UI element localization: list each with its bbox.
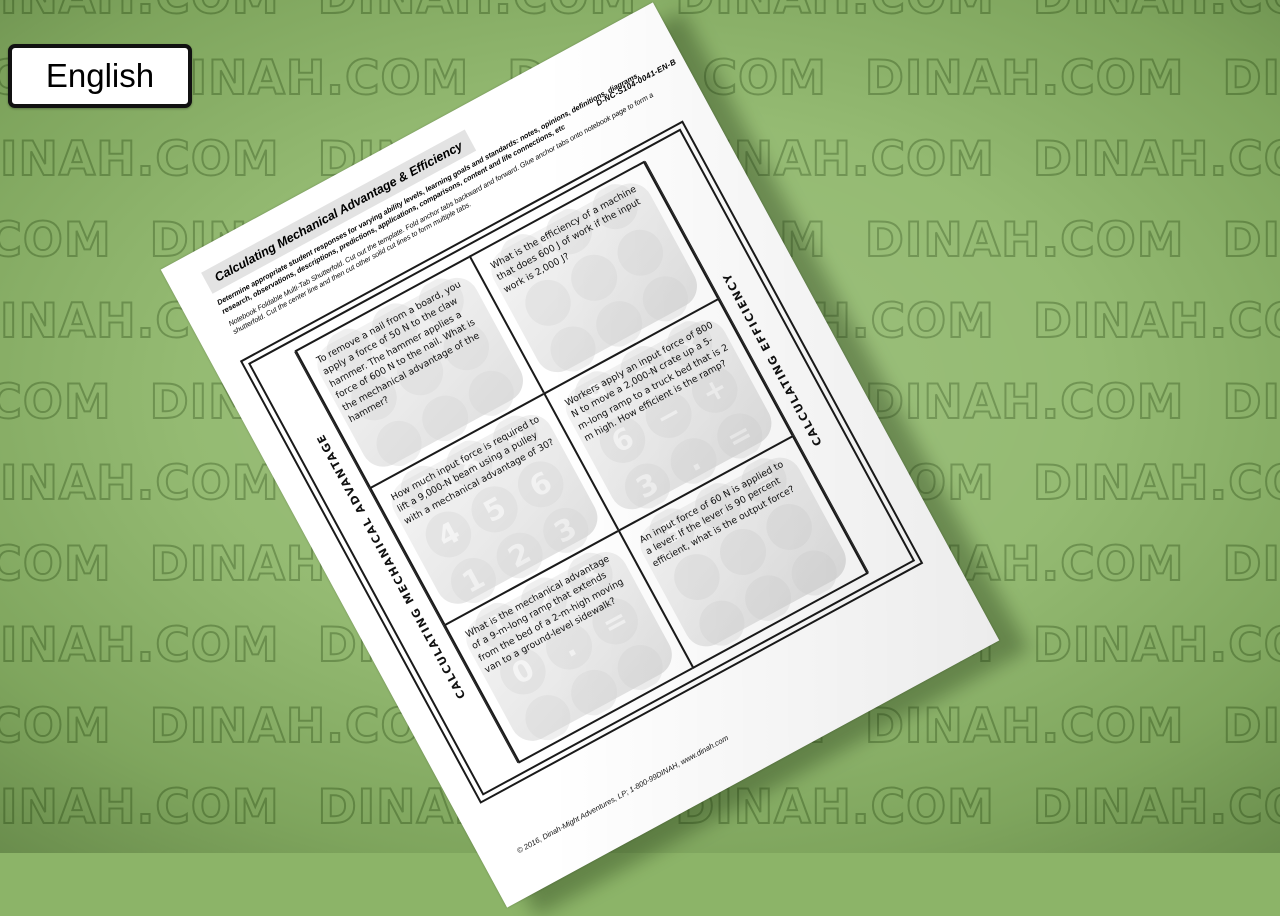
calculator-key-blank	[737, 567, 798, 628]
calculator-key-blank	[563, 662, 624, 723]
language-badge[interactable]: English	[8, 44, 192, 108]
language-badge-label: English	[46, 57, 154, 95]
